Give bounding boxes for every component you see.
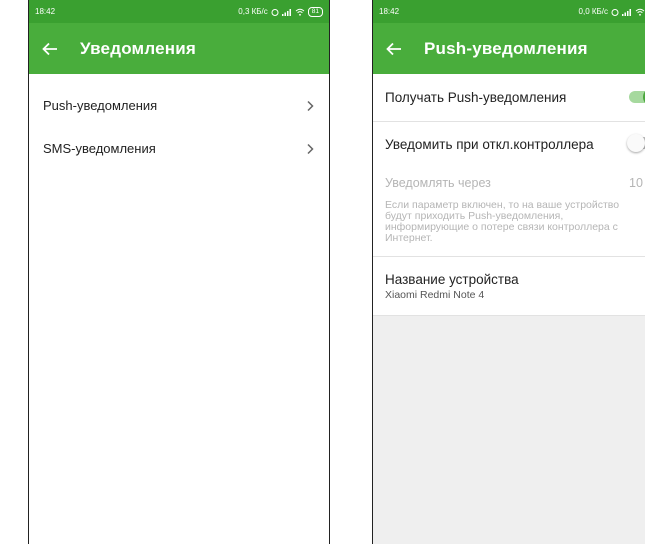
chevron-right-icon bbox=[305, 142, 315, 156]
network-speed: 0,3 КБ/с bbox=[238, 7, 268, 16]
network-speed: 0,0 КБ/с bbox=[578, 7, 608, 16]
notify-disconnect-label: Уведомить при откл.контроллера bbox=[385, 136, 594, 152]
page-title: Уведомления bbox=[80, 38, 197, 58]
device-name-row[interactable]: Название устройства Xiaomi Redmi Note 4 bbox=[373, 257, 645, 316]
status-time: 18:42 bbox=[379, 7, 400, 16]
device-name-value: Xiaomi Redmi Note 4 bbox=[385, 289, 485, 301]
status-icons: 0,0 КБ/с bbox=[579, 7, 645, 16]
alarm-icon bbox=[271, 8, 279, 16]
wifi-icon bbox=[635, 8, 645, 16]
notify-via-value: 10 м bbox=[629, 176, 645, 190]
description-line: Интернет. bbox=[385, 232, 433, 244]
receive-push-toggle[interactable] bbox=[629, 87, 645, 106]
notify-via-label: Уведомлять через bbox=[385, 176, 491, 190]
receive-push-row[interactable]: Получать Push-уведомления bbox=[373, 74, 645, 122]
push-notifications-screen: 18:42 0,0 КБ/с Push-уведомления Получать… bbox=[372, 0, 645, 544]
notifications-screen: 18:42 0,3 КБ/с 81 Уведомления Push-уведо… bbox=[28, 0, 330, 544]
status-time: 18:42 bbox=[35, 7, 56, 16]
settings-card: Получать Push-уведомления Уведомить при … bbox=[373, 74, 645, 316]
signal-icon bbox=[622, 8, 631, 16]
status-bar: 18:42 0,3 КБ/с 81 bbox=[29, 0, 329, 23]
status-icons: 0,3 КБ/с 81 bbox=[238, 6, 323, 17]
status-bar: 18:42 0,0 КБ/с bbox=[373, 0, 645, 23]
wifi-icon bbox=[295, 8, 305, 16]
receive-push-label: Получать Push-уведомления bbox=[385, 90, 567, 105]
signal-icon bbox=[281, 8, 291, 16]
menu-item-label: Push-уведомления bbox=[43, 98, 158, 113]
toolbar: Push-уведомления bbox=[373, 23, 645, 74]
alarm-icon bbox=[611, 8, 619, 16]
notify-via-row: Уведомлять через 10 м bbox=[373, 166, 645, 200]
chevron-right-icon bbox=[305, 99, 315, 113]
device-name-label: Название устройства bbox=[385, 272, 519, 287]
toolbar: Уведомления bbox=[29, 23, 329, 74]
menu-item-label: SMS-уведомления bbox=[43, 141, 156, 156]
notify-disconnect-toggle[interactable] bbox=[627, 134, 645, 152]
notify-disconnect-row[interactable]: Уведомить при откл.контроллера bbox=[373, 122, 645, 166]
back-arrow-icon[interactable] bbox=[385, 40, 403, 58]
menu-item-sms[interactable]: SMS-уведомления bbox=[29, 127, 329, 170]
back-arrow-icon[interactable] bbox=[41, 40, 59, 58]
setting-description: Если параметр включен, то на ваше устрой… bbox=[373, 200, 645, 257]
menu-item-push[interactable]: Push-уведомления bbox=[29, 84, 329, 127]
page-title: Push-уведомления bbox=[424, 38, 588, 58]
battery-icon: 81 bbox=[307, 6, 323, 17]
